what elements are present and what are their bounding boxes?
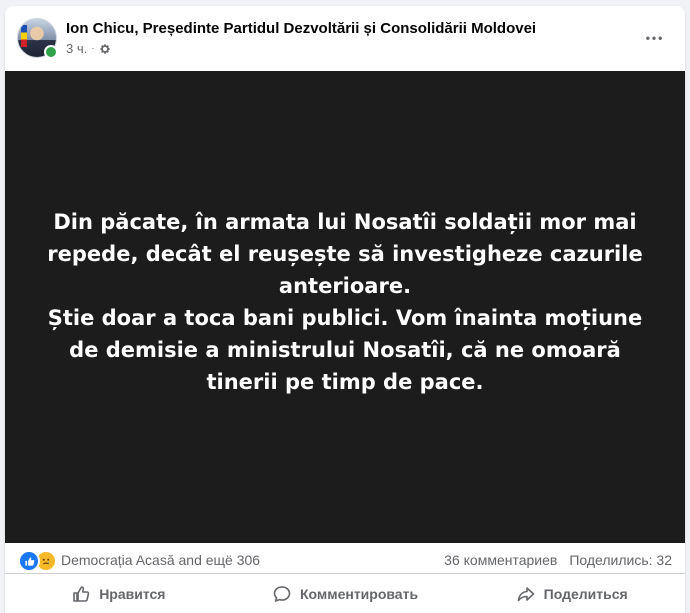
- post-stats: Democrația Acasă and ещё 306 36 коммента…: [5, 544, 685, 574]
- comment-icon: [273, 585, 291, 602]
- reactors-summary[interactable]: Democrația Acasă and ещё 306: [61, 552, 260, 568]
- comment-button[interactable]: Комментировать: [232, 574, 459, 613]
- more-options-icon: •••: [645, 31, 665, 45]
- flag-icon: [21, 25, 27, 47]
- like-icon: [18, 550, 40, 572]
- post-image-text: Din păcate, în armata lui Nosatîi soldaț…: [45, 206, 645, 398]
- share-button-label: Поделиться: [543, 585, 628, 602]
- online-status-icon: [44, 45, 58, 59]
- author-name[interactable]: Ion Chicu, Președinte Partidul Dezvoltăr…: [66, 20, 536, 37]
- post-header: Ion Chicu, Președinte Partidul Dezvoltăr…: [5, 6, 685, 70]
- meta-separator: ·: [91, 43, 95, 54]
- post-card: Ion Chicu, Președinte Partidul Dezvoltăr…: [5, 6, 685, 613]
- like-button[interactable]: Нравится: [5, 574, 232, 613]
- more-options-button[interactable]: •••: [637, 20, 673, 56]
- share-arrow-icon: [517, 586, 534, 601]
- comment-button-label: Комментировать: [299, 585, 419, 602]
- thumbs-up-icon: [73, 585, 90, 602]
- shares-count[interactable]: Поделились: 32: [569, 552, 672, 568]
- like-button-label: Нравится: [99, 585, 166, 602]
- comments-count[interactable]: 36 комментариев: [444, 552, 557, 568]
- post-meta: 3 ч. ·: [66, 41, 111, 56]
- share-button[interactable]: Поделиться: [458, 574, 685, 613]
- reaction-icons[interactable]: [18, 550, 57, 572]
- post-image[interactable]: Din păcate, în armata lui Nosatîi soldaț…: [5, 71, 685, 543]
- image-text-paragraph-1: Din păcate, în armata lui Nosatîi soldaț…: [47, 210, 643, 298]
- post-actions: Нравится Комментировать Поделиться: [5, 574, 685, 613]
- engagement-counts: 36 комментариев Поделились: 32: [444, 552, 672, 568]
- gear-icon[interactable]: [99, 43, 111, 55]
- author-avatar[interactable]: [17, 18, 58, 59]
- post-time[interactable]: 3 ч.: [66, 41, 87, 56]
- image-text-paragraph-2: Știe doar a toca bani publici. Vom înain…: [47, 306, 643, 394]
